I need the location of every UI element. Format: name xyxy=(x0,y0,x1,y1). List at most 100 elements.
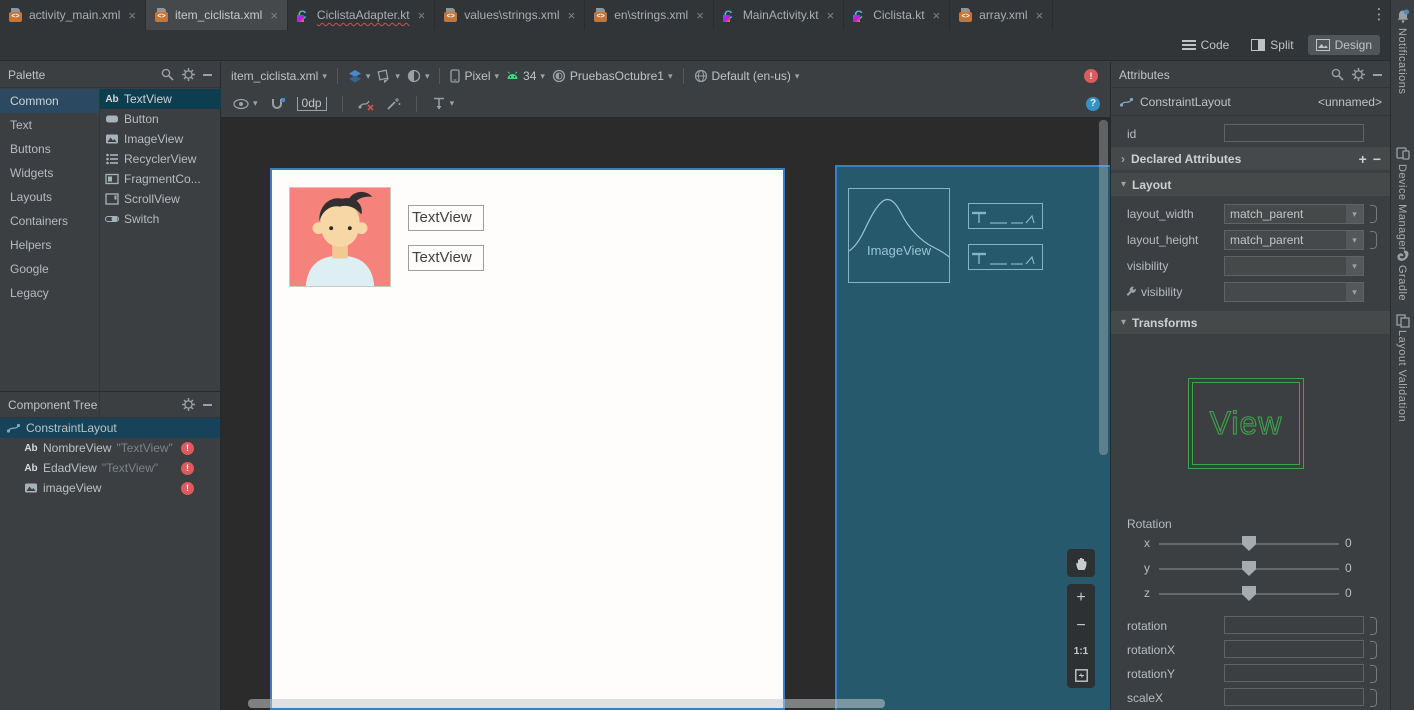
tool-tab-layout-validation[interactable]: Layout Validation xyxy=(1396,330,1408,422)
layout-errors-icon[interactable]: ! xyxy=(1084,69,1098,83)
design-surface-selector[interactable]: ▾ xyxy=(348,70,371,83)
remove-attribute-icon[interactable]: − xyxy=(1373,151,1381,167)
bell-icon[interactable] xyxy=(1396,9,1410,23)
palette-category-containers[interactable]: Containers xyxy=(0,209,99,233)
scale-x-input[interactable] xyxy=(1224,688,1364,706)
infer-constraints-button[interactable] xyxy=(386,97,401,111)
zoom-out-button[interactable]: − xyxy=(1076,618,1085,634)
transforms-section[interactable]: ▾ Transforms xyxy=(1111,311,1391,334)
tab-item-ciclista-xml[interactable]: <> item_ciclista.xml × xyxy=(146,0,288,30)
palette-item-button[interactable]: Button xyxy=(100,109,221,129)
hide-panel-icon[interactable] xyxy=(203,404,212,406)
close-icon[interactable]: × xyxy=(827,8,835,23)
gear-icon[interactable] xyxy=(182,398,195,411)
visibility-select[interactable]: ▾ xyxy=(1224,256,1364,276)
blueprint-edad-textview[interactable] xyxy=(968,244,1043,270)
blueprint-nombre-textview[interactable] xyxy=(968,203,1043,229)
close-icon[interactable]: × xyxy=(270,8,278,23)
palette-item-imageview[interactable]: ImageView xyxy=(100,129,221,149)
close-icon[interactable]: × xyxy=(418,8,426,23)
design-mode-button[interactable]: Design xyxy=(1308,35,1380,55)
palette-category-layouts[interactable]: Layouts xyxy=(0,185,99,209)
palette-category-legacy[interactable]: Legacy xyxy=(0,281,99,305)
declared-attributes-section[interactable]: › Declared Attributes + − xyxy=(1111,147,1391,170)
layout-section[interactable]: ▾ Layout xyxy=(1111,173,1391,196)
vertical-scrollbar[interactable] xyxy=(1099,120,1108,455)
add-attribute-icon[interactable]: + xyxy=(1359,151,1367,167)
tree-item-edadview[interactable]: Ab EdadView "TextView" ! xyxy=(0,458,220,478)
tab-array-xml[interactable]: <> array.xml × xyxy=(950,0,1053,30)
tool-tab-gradle[interactable]: Gradle xyxy=(1396,265,1408,301)
hide-panel-icon[interactable] xyxy=(203,74,212,76)
tab-ciclista-adapter-kt[interactable]: C CiclistaAdapter.kt × xyxy=(288,0,435,30)
hide-panel-icon[interactable] xyxy=(1373,74,1382,76)
slider-thumb[interactable] xyxy=(1242,536,1256,551)
palette-category-helpers[interactable]: Helpers xyxy=(0,233,99,257)
pan-button[interactable] xyxy=(1067,549,1095,577)
orientation-selector[interactable]: ▾ xyxy=(377,69,400,83)
zoom-in-button[interactable]: + xyxy=(1076,590,1085,606)
horizontal-scrollbar[interactable] xyxy=(248,699,885,708)
blueprint-imageview[interactable]: ImageView xyxy=(848,188,950,283)
locale-selector[interactable]: Default (en-us) ▾ xyxy=(694,69,800,83)
close-icon[interactable]: × xyxy=(128,8,136,23)
help-icon[interactable]: ? xyxy=(1086,97,1100,111)
theme-selector[interactable]: PruebasOctubre1 ▾ xyxy=(552,69,673,83)
gear-icon[interactable] xyxy=(1352,68,1365,81)
device-selector[interactable]: Pixel ▾ xyxy=(450,69,499,83)
nombre-textview[interactable]: TextView xyxy=(408,205,484,231)
clear-constraints-button[interactable] xyxy=(358,97,374,111)
tab-activity-main-xml[interactable]: <> activity_main.xml × xyxy=(0,0,146,30)
close-icon[interactable]: × xyxy=(696,8,704,23)
rotation-y-input[interactable] xyxy=(1224,664,1364,682)
layout-height-select[interactable]: match_parent ▾ xyxy=(1224,230,1364,250)
layout-file-selector[interactable]: item_ciclista.xml ▾ xyxy=(231,69,327,83)
edad-textview[interactable]: TextView xyxy=(408,245,484,271)
tab-values-strings-xml[interactable]: <> values\strings.xml × xyxy=(435,0,585,30)
search-icon[interactable] xyxy=(1331,68,1344,81)
tree-item-constraintlayout[interactable]: ConstraintLayout xyxy=(0,418,220,438)
palette-category-widgets[interactable]: Widgets xyxy=(0,161,99,185)
palette-category-common[interactable]: Common xyxy=(0,89,99,113)
tree-item-imageview[interactable]: imageView ! xyxy=(0,478,220,498)
autoconnect-button[interactable] xyxy=(270,97,285,111)
tab-main-activity-kt[interactable]: C MainActivity.kt × xyxy=(714,0,844,30)
device-preview[interactable]: TextView TextView xyxy=(270,168,785,710)
palette-item-scrollview[interactable]: ScrollView xyxy=(100,189,221,209)
tool-tab-notifications[interactable]: Notifications xyxy=(1396,28,1408,94)
kebab-menu-icon[interactable]: ⋮ xyxy=(1370,4,1388,26)
palette-category-buttons[interactable]: Buttons xyxy=(0,137,99,161)
layout-width-select[interactable]: match_parent ▾ xyxy=(1224,204,1364,224)
gear-icon[interactable] xyxy=(182,68,195,81)
view-options-button[interactable]: ▾ xyxy=(233,98,258,110)
tab-ciclista-kt[interactable]: C Ciclista.kt × xyxy=(844,0,950,30)
slider-thumb[interactable] xyxy=(1242,586,1256,601)
error-badge-icon[interactable]: ! xyxy=(181,462,194,475)
error-badge-icon[interactable]: ! xyxy=(181,482,194,495)
palette-item-switch[interactable]: Switch xyxy=(100,209,221,229)
error-badge-icon[interactable]: ! xyxy=(181,442,194,455)
tool-tab-device-manager[interactable]: Device Manager xyxy=(1396,164,1408,251)
tools-visibility-select[interactable]: ▾ xyxy=(1224,282,1364,302)
zoom-fit-icon[interactable] xyxy=(1075,669,1088,682)
rotation-x-input[interactable] xyxy=(1224,640,1364,658)
palette-category-google[interactable]: Google xyxy=(0,257,99,281)
design-surface[interactable]: TextView TextView ImageView + − xyxy=(221,118,1110,710)
gradle-icon[interactable] xyxy=(1396,248,1410,262)
device-manager-icon[interactable] xyxy=(1396,146,1410,160)
pack-align-button[interactable]: ▾ xyxy=(432,97,455,111)
tab-en-strings-xml[interactable]: <> en\strings.xml × xyxy=(585,0,714,30)
search-icon[interactable] xyxy=(161,68,174,81)
id-input[interactable] xyxy=(1224,124,1364,142)
split-mode-button[interactable]: Split xyxy=(1243,35,1301,55)
rotation-input[interactable] xyxy=(1224,616,1364,634)
tree-item-nombreview[interactable]: Ab NombreView "TextView" ! xyxy=(0,438,220,458)
palette-item-fragmentcontainerview[interactable]: FragmentCo... xyxy=(100,169,221,189)
zoom-actual-button[interactable]: 1:1 xyxy=(1074,646,1088,657)
close-icon[interactable]: × xyxy=(568,8,576,23)
close-icon[interactable]: × xyxy=(933,8,941,23)
cyclist-avatar-image[interactable] xyxy=(289,187,391,287)
slider-thumb[interactable] xyxy=(1242,561,1256,576)
night-mode-selector[interactable]: ▾ xyxy=(407,69,430,83)
code-mode-button[interactable]: Code xyxy=(1174,35,1238,55)
